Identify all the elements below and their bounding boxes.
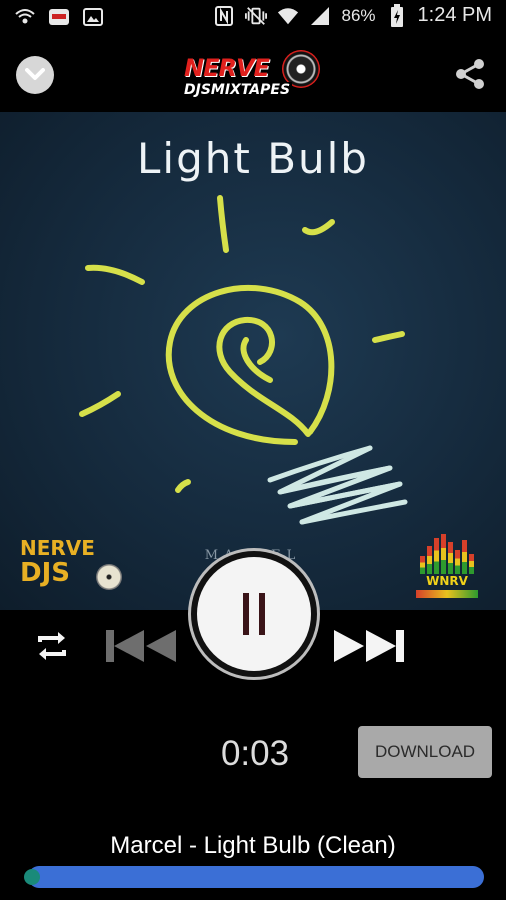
pause-icon: [243, 593, 265, 635]
logo-top-text: NERVE: [184, 54, 270, 82]
wnrv-text: WNRV: [426, 574, 468, 588]
repeat-icon: [38, 632, 66, 660]
battery-percent: 86%: [341, 5, 376, 25]
nerve-logo-line1: NERVE: [20, 536, 95, 560]
progress-bar[interactable]: [24, 866, 484, 888]
skip-next-icon: [334, 630, 404, 662]
chevron-down-icon: [25, 68, 45, 80]
share-button[interactable]: [452, 56, 488, 92]
system-icons: 86% 1:24 PM: [213, 3, 492, 27]
wifi-call-icon: [14, 6, 36, 28]
wifi-icon: [277, 5, 299, 27]
artwork-title: Light Bulb: [137, 134, 369, 183]
clock: 1:24 PM: [417, 4, 492, 26]
collapse-player-button[interactable]: [16, 56, 54, 94]
progress-thumb[interactable]: [24, 869, 40, 885]
equalizer-icon: [420, 534, 474, 574]
elapsed-time: 0:03: [220, 734, 290, 773]
app-logo: NERVE DJSMIXTAPES: [182, 48, 327, 104]
play-pause-face: [197, 557, 311, 671]
image-icon: [82, 6, 104, 28]
signal-icon: [309, 5, 331, 27]
wnrv-logo: WNRV: [416, 534, 478, 604]
previous-track-button[interactable]: [104, 626, 180, 666]
battery-icon: [386, 3, 408, 27]
progress-track[interactable]: [28, 866, 484, 888]
status-bar: 86% 1:24 PM: [0, 0, 506, 36]
nfc-icon: [213, 5, 235, 27]
nerve-djs-logo: NERVE DJS: [20, 538, 130, 594]
logo-bottom-text: DJSMIXTAPES: [182, 82, 293, 98]
repeat-button[interactable]: [32, 626, 72, 666]
disc-icon: [96, 564, 122, 590]
lightbulb-illustration: [79, 195, 408, 525]
app-icon: [48, 6, 70, 28]
skip-previous-icon: [106, 630, 176, 662]
vibrate-icon: [245, 5, 268, 27]
download-button[interactable]: DOWNLOAD: [358, 726, 492, 778]
track-title: Marcel - Light Bulb (Clean): [110, 832, 396, 859]
album-artwork: Light Bulb MARCEL NERVE DJS WNR: [0, 112, 506, 610]
wnrv-stripe: [416, 590, 478, 598]
share-icon: [456, 59, 484, 89]
next-track-button[interactable]: [330, 626, 406, 666]
play-pause-button[interactable]: [188, 548, 320, 680]
app-header: NERVE DJSMIXTAPES: [0, 36, 506, 112]
notification-icons: [14, 6, 104, 28]
